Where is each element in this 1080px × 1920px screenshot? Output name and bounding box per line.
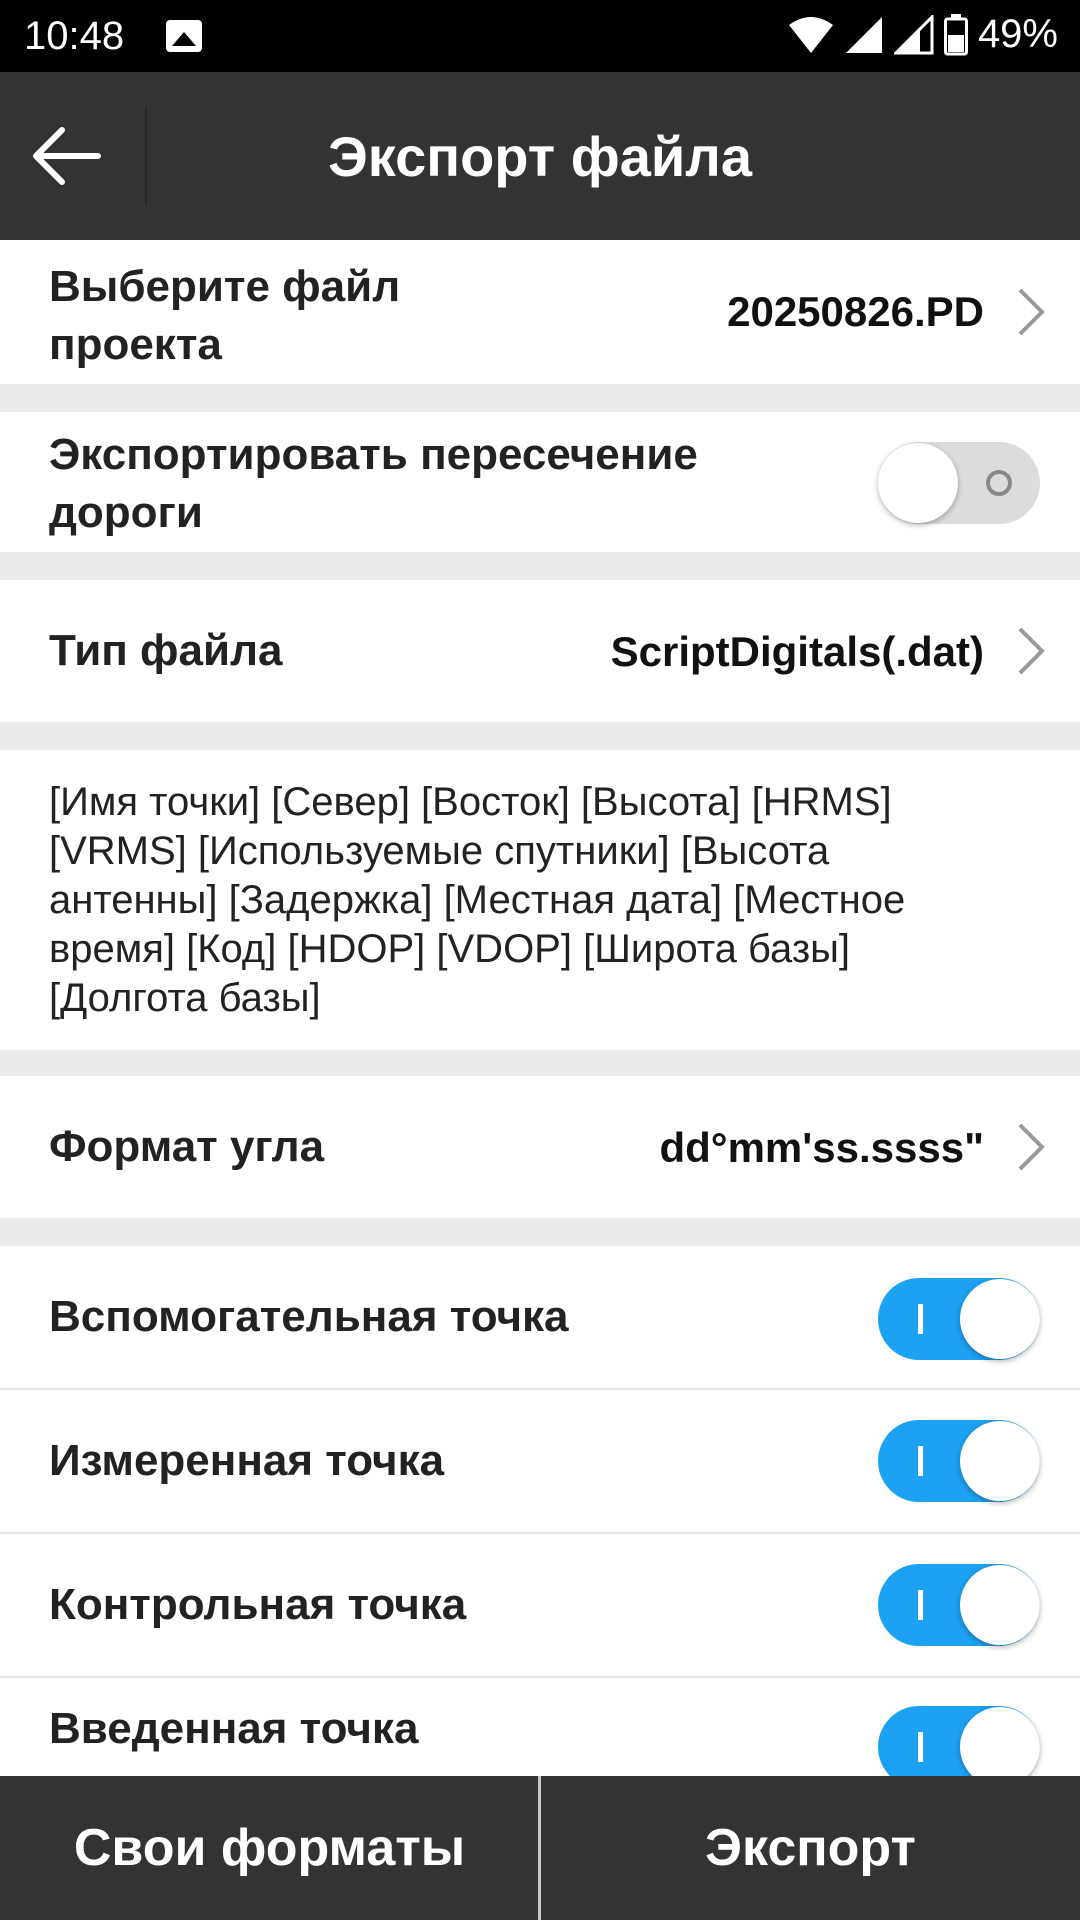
export-road-toggle[interactable]: [878, 442, 1040, 524]
file-type-label: Тип файла: [49, 626, 283, 675]
control-point-label: Контрольная точка: [49, 1580, 467, 1629]
toggle-knob: [960, 1279, 1040, 1359]
toggle-knob: [960, 1707, 1040, 1776]
fields-description-row[interactable]: [Имя точки] [Север] [Восток] [Высота] [H…: [0, 750, 1080, 1050]
toggle-off-mark: [986, 470, 1012, 496]
angle-format-row[interactable]: Формат угла dd°mm'ss.ssss": [0, 1076, 1080, 1218]
entered-point-row: Введенная точка: [0, 1678, 1080, 1776]
fields-description: [Имя точки] [Север] [Восток] [Высота] [H…: [49, 780, 906, 1020]
toggle-on-mark: [918, 1590, 923, 1620]
signal-icon: [845, 16, 882, 53]
export-road-label: Экспортировать пересечение дороги: [49, 430, 698, 537]
measured-point-label: Измеренная точка: [49, 1436, 445, 1485]
status-time: 10:48: [24, 14, 125, 58]
bottom-action-bar: Свои форматы Экспорт: [0, 1776, 1080, 1920]
toggle-on-mark: [918, 1732, 923, 1762]
toggle-knob: [878, 443, 958, 523]
project-file-row[interactable]: Выберите файл проекта 20250826.PD: [0, 240, 1080, 384]
file-type-row[interactable]: Тип файла ScriptDigitals(.dat): [0, 580, 1080, 722]
chevron-right-icon: [1018, 288, 1045, 336]
toggle-knob: [960, 1565, 1040, 1645]
auxiliary-point-row: Вспомогательная точка: [0, 1246, 1080, 1388]
toggle-knob: [960, 1421, 1040, 1501]
status-icons: 49%: [788, 12, 1058, 57]
angle-format-value: dd°mm'ss.ssss": [659, 1124, 984, 1171]
entered-point-label: Введенная точка: [49, 1704, 419, 1753]
control-point-toggle[interactable]: [878, 1564, 1040, 1646]
battery-percent: 49%: [977, 12, 1058, 56]
project-file-value: 20250826.PD: [727, 288, 984, 335]
angle-format-label: Формат угла: [49, 1122, 325, 1171]
measured-point-row: Измеренная точка: [0, 1390, 1080, 1532]
signal-icon-2: [893, 14, 934, 54]
export-button[interactable]: Экспорт: [541, 1776, 1080, 1920]
toggle-on-mark: [918, 1446, 923, 1476]
status-bar: 10:48 49%: [0, 0, 1080, 72]
chevron-right-icon: [1018, 1123, 1045, 1171]
battery-icon: [943, 13, 968, 55]
image-icon: [166, 20, 202, 52]
project-file-label: Выберите файл проекта: [49, 262, 401, 369]
export-road-row: Экспортировать пересечение дороги: [0, 412, 1080, 552]
control-point-row: Контрольная точка: [0, 1534, 1080, 1676]
chevron-right-icon: [1018, 627, 1045, 675]
toggle-on-mark: [918, 1304, 923, 1334]
auxiliary-point-label: Вспомогательная точка: [49, 1292, 569, 1341]
entered-point-toggle[interactable]: [878, 1706, 1040, 1776]
page-title: Экспорт файла: [327, 125, 753, 188]
file-type-value: ScriptDigitals(.dat): [610, 628, 984, 675]
measured-point-toggle[interactable]: [878, 1420, 1040, 1502]
wifi-icon: [788, 16, 833, 53]
app-bar: Экспорт файла: [0, 72, 1080, 240]
custom-formats-button[interactable]: Свои форматы: [0, 1776, 539, 1920]
auxiliary-point-toggle[interactable]: [878, 1278, 1040, 1360]
